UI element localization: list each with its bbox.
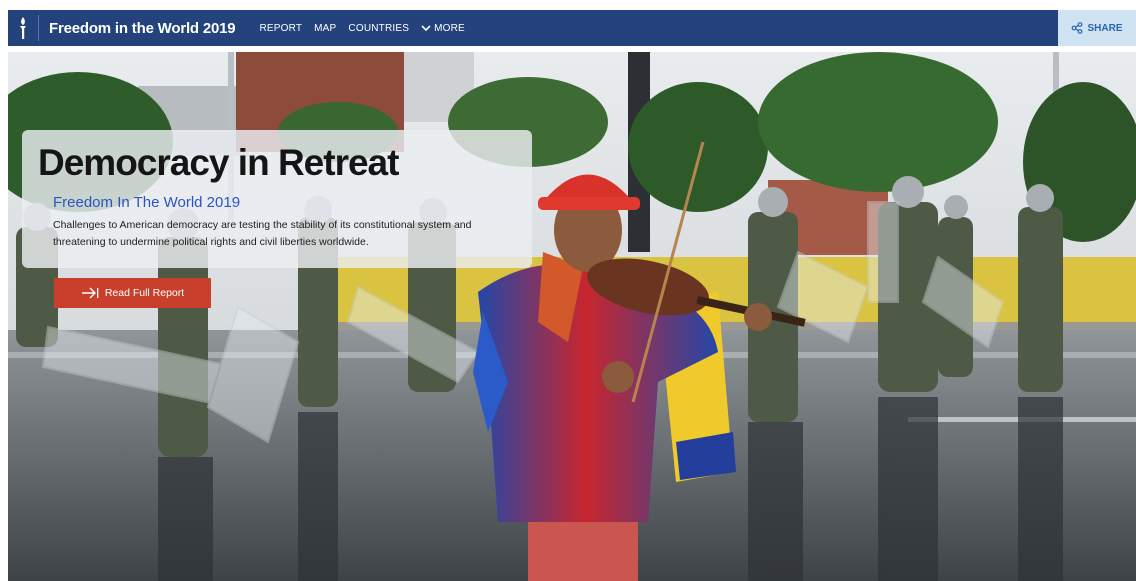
nav-countries[interactable]: COUNTRIES xyxy=(348,23,409,34)
hero-headline: Democracy in Retreat xyxy=(38,142,399,183)
brand-divider xyxy=(38,15,39,41)
site-title[interactable]: Freedom in the World 2019 xyxy=(49,20,236,37)
arrow-right-icon xyxy=(81,287,99,299)
nav-more[interactable]: MORE xyxy=(421,23,465,34)
share-button[interactable]: SHARE xyxy=(1058,10,1136,46)
chevron-down-icon xyxy=(421,24,431,31)
hero-subtitle[interactable]: Freedom In The World 2019 xyxy=(53,194,240,211)
read-full-report-button[interactable]: Read Full Report xyxy=(54,278,211,308)
nav-report[interactable]: REPORT xyxy=(259,23,302,34)
share-label: SHARE xyxy=(1087,22,1123,34)
nav-map[interactable]: MAP xyxy=(314,23,336,34)
torch-icon[interactable] xyxy=(8,10,38,46)
read-full-report-label: Read Full Report xyxy=(104,287,185,299)
nav-more-label: MORE xyxy=(434,22,465,34)
page-frame: Freedom in the World 2019 REPORT MAP COU… xyxy=(8,10,1136,581)
top-navbar: Freedom in the World 2019 REPORT MAP COU… xyxy=(8,10,1136,46)
hero-description: Challenges to American democracy are tes… xyxy=(53,219,472,248)
share-icon xyxy=(1072,22,1083,34)
